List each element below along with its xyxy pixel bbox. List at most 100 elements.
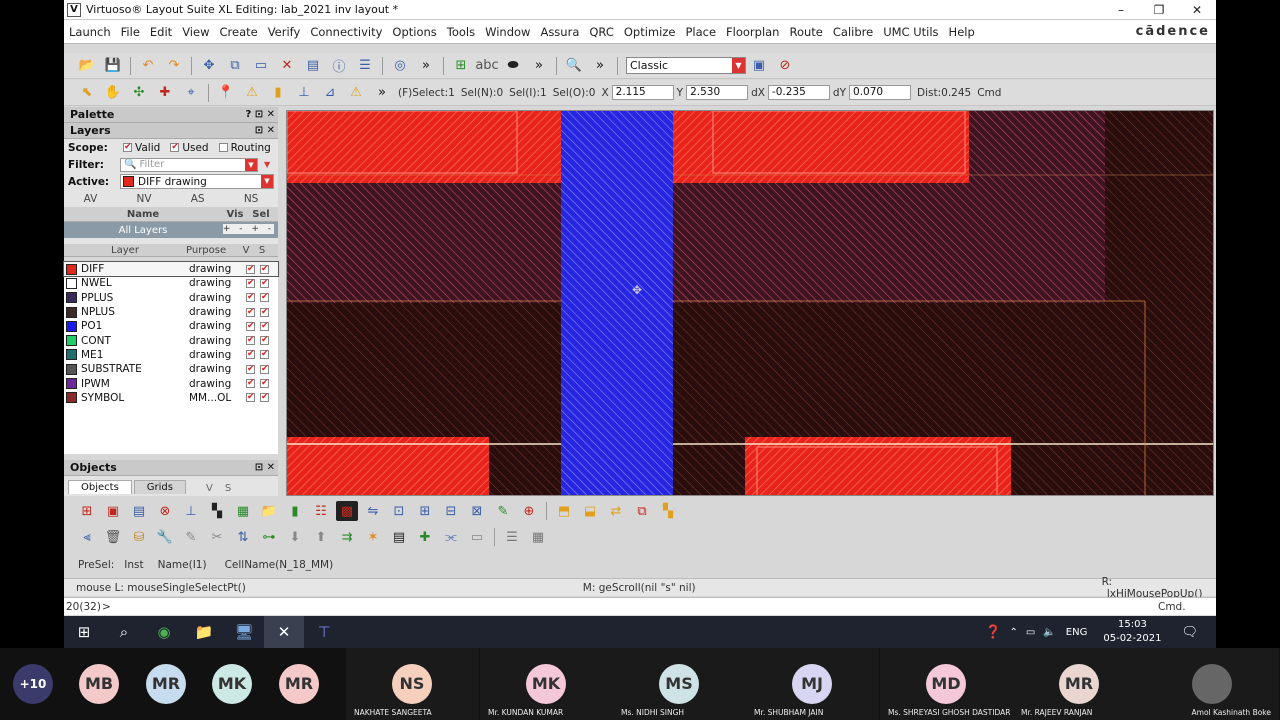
copy-icon[interactable]: ⧉ bbox=[224, 56, 246, 76]
tab-grids[interactable]: Grids bbox=[133, 480, 186, 494]
layer-visible-checkbox[interactable]: ✔ bbox=[246, 350, 255, 360]
layer-row[interactable]: ME1 drawing ✔ ✔ bbox=[64, 348, 278, 362]
workspace-select[interactable]: Classic ▼ bbox=[626, 57, 746, 74]
help-icon[interactable]: ❓ bbox=[985, 625, 1001, 640]
align-icon[interactable]: ☰ bbox=[354, 56, 376, 76]
search-icon[interactable]: ⌕ bbox=[104, 616, 144, 648]
terminal-icon[interactable]: ▤ bbox=[388, 527, 410, 547]
remote-desktop-icon[interactable]: 🖥 bbox=[224, 616, 264, 648]
pin-icon[interactable]: ⊥ bbox=[293, 83, 315, 103]
layer-visible-checkbox[interactable]: ✔ bbox=[246, 307, 255, 317]
layer-merge-icon[interactable]: ⧉ bbox=[631, 501, 653, 521]
xming-icon[interactable]: ✕ bbox=[264, 616, 304, 648]
menu-calibre[interactable]: Calibre bbox=[828, 25, 878, 39]
layer-visible-checkbox[interactable]: ✔ bbox=[246, 364, 255, 374]
participant-tile[interactable]: MD Ms. SHREYASI GHOSH DASTIDAR bbox=[880, 648, 1013, 720]
measure-icon[interactable]: ⊿ bbox=[319, 83, 341, 103]
chevron-up-icon[interactable]: ⌃ bbox=[1010, 627, 1018, 638]
layer-row[interactable]: NPLUS drawing ✔ ✔ bbox=[64, 305, 278, 319]
participant-tile[interactable]: +10 bbox=[0, 648, 66, 720]
cic-command-line[interactable]: 20(32) > Cmd. bbox=[64, 597, 1216, 615]
descend-icon[interactable]: ⬇ bbox=[284, 527, 306, 547]
as-button[interactable]: AS bbox=[191, 193, 205, 205]
layer-row[interactable]: IPWM drawing ✔ ✔ bbox=[64, 376, 278, 390]
windows-start-icon[interactable]: ⊞ bbox=[64, 616, 104, 648]
used-checkbox[interactable]: ✔ bbox=[170, 143, 180, 152]
create-rect-icon[interactable]: ▣ bbox=[102, 501, 124, 521]
network-icon[interactable]: ▭ bbox=[1026, 627, 1035, 638]
layer-selectable-checkbox[interactable]: ✔ bbox=[260, 278, 269, 288]
active-layer-select[interactable]: DIFF drawing ▼ bbox=[120, 174, 274, 189]
layer-row[interactable]: SYMBOL MM...OL ✔ ✔ bbox=[64, 391, 278, 405]
crosshair-icon[interactable]: ✚ bbox=[154, 83, 176, 103]
menu-edit[interactable]: Edit bbox=[145, 25, 177, 39]
participant-tile[interactable]: MS Ms. NIDHI SINGH bbox=[613, 648, 746, 720]
target-icon[interactable]: ◎ bbox=[389, 56, 411, 76]
search-icon[interactable]: 🔍 bbox=[563, 56, 585, 76]
create-via-icon[interactable]: ⊗ bbox=[154, 501, 176, 521]
highlight-icon[interactable]: ▮ bbox=[267, 83, 289, 103]
delete-icon[interactable]: ✕ bbox=[276, 56, 298, 76]
volume-icon[interactable]: 🔈 bbox=[1043, 627, 1055, 638]
participant-tile[interactable]: MR bbox=[266, 648, 332, 720]
warning-icon[interactable]: ⚠ bbox=[345, 83, 367, 103]
layer-row[interactable]: CONT drawing ✔ ✔ bbox=[64, 333, 278, 347]
layer-selectable-checkbox[interactable]: ✔ bbox=[260, 364, 269, 374]
properties-icon[interactable]: ▤ bbox=[302, 56, 324, 76]
all-layers-row[interactable]: All Layers + - + - bbox=[64, 222, 278, 238]
menu-options[interactable]: Options bbox=[387, 25, 441, 39]
snap-icon[interactable]: ✣ bbox=[128, 83, 150, 103]
filter-options-icon[interactable]: ▼ bbox=[264, 160, 270, 169]
participant-tile[interactable]: NS NAKHATE SANGEETA bbox=[346, 648, 479, 720]
nv-button[interactable]: NV bbox=[137, 193, 152, 205]
workspace-delete-icon[interactable]: ⊘ bbox=[774, 56, 796, 76]
participant-tile[interactable]: MR Mr. RAJEEV RANJAN bbox=[1013, 648, 1146, 720]
file-explorer-icon[interactable]: 📁 bbox=[184, 616, 224, 648]
menu-file[interactable]: File bbox=[116, 25, 145, 39]
layer-selectable-checkbox[interactable]: ✔ bbox=[260, 336, 269, 346]
layer-row[interactable]: PPLUS drawing ✔ ✔ bbox=[64, 291, 278, 305]
layer-row[interactable]: NWEL drawing ✔ ✔ bbox=[64, 276, 278, 290]
redo-icon[interactable]: ↷ bbox=[163, 56, 185, 76]
chip-icon[interactable]: ▦ bbox=[232, 501, 254, 521]
zoom-select-icon[interactable]: ⌖ bbox=[180, 83, 202, 103]
language-indicator[interactable]: ENG bbox=[1066, 627, 1088, 638]
ruler-icon[interactable]: 📍 bbox=[215, 83, 237, 103]
layer-selectable-checkbox[interactable]: ✔ bbox=[260, 293, 269, 303]
participant-tile[interactable]: MK Mr. KUNDAN KUMAR bbox=[480, 648, 613, 720]
participant-tile[interactable]: MB bbox=[66, 648, 132, 720]
participant-tile[interactable]: MJ Mr. SHUBHAM JAIN bbox=[746, 648, 879, 720]
layer-down-icon[interactable]: ⬓ bbox=[579, 501, 601, 521]
participant-tile[interactable]: MK bbox=[199, 648, 265, 720]
layer-visible-checkbox[interactable]: ✔ bbox=[246, 393, 255, 403]
dx-field[interactable]: -0.235 bbox=[767, 85, 830, 100]
menu-window[interactable]: Window bbox=[480, 25, 535, 39]
merge-icon[interactable]: ⊕ bbox=[518, 501, 540, 521]
tab-objects[interactable]: Objects bbox=[68, 480, 132, 494]
participant-tile[interactable]: Amol Kashinath Boke bbox=[1146, 648, 1279, 720]
layer-color-icon[interactable]: ▚ bbox=[657, 501, 679, 521]
create-pin-icon[interactable]: ⊥ bbox=[180, 501, 202, 521]
menu-umc-utils[interactable]: UMC Utils bbox=[878, 25, 943, 39]
connect-icon[interactable]: ⇉ bbox=[336, 527, 358, 547]
hierarchy-icon[interactable]: ⊶ bbox=[258, 527, 280, 547]
layer-row[interactable]: DIFF drawing ✔ ✔ bbox=[63, 260, 279, 278]
stack-icon[interactable]: ⛁ bbox=[128, 527, 150, 547]
create-inst-icon[interactable]: ⊞ bbox=[76, 501, 98, 521]
menu-route[interactable]: Route bbox=[784, 25, 827, 39]
menu-launch[interactable]: Launch bbox=[64, 25, 116, 39]
list-icon[interactable]: ☰ bbox=[501, 527, 523, 547]
layout-canvas[interactable]: ✥ bbox=[286, 110, 1214, 496]
x-coordinate-field[interactable]: 2.115 bbox=[611, 85, 674, 100]
pan-icon[interactable]: ⊠ bbox=[466, 501, 488, 521]
minimize-button[interactable]: – bbox=[1102, 0, 1140, 20]
menu-connectivity[interactable]: Connectivity bbox=[305, 25, 387, 39]
save-icon[interactable]: 💾 bbox=[102, 56, 124, 76]
ascend-icon[interactable]: ⬆ bbox=[310, 527, 332, 547]
participant-tile[interactable]: MR bbox=[133, 648, 199, 720]
menu-optimize[interactable]: Optimize bbox=[619, 25, 681, 39]
layer-visible-checkbox[interactable]: ✔ bbox=[246, 321, 255, 331]
select-arrow-icon[interactable]: ⬉ bbox=[76, 83, 98, 103]
toolbar1-more-1[interactable]: » bbox=[415, 56, 437, 76]
layer-row[interactable]: PO1 drawing ✔ ✔ bbox=[64, 319, 278, 333]
